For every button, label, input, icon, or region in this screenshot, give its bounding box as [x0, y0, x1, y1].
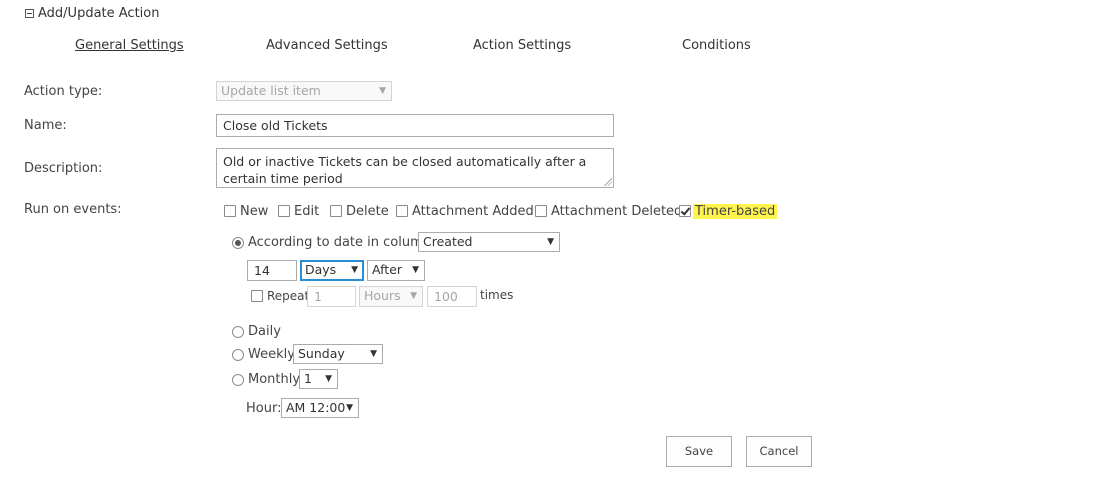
- chevron-down-icon: ▼: [379, 86, 386, 96]
- description-value: Old or inactive Tickets can be closed au…: [223, 154, 587, 186]
- weekly-day-value: Sunday: [298, 346, 345, 361]
- event-new-label: New: [240, 204, 269, 219]
- event-attachment-deleted-label: Attachment Deleted: [551, 204, 683, 219]
- description-field[interactable]: Old or inactive Tickets can be closed au…: [216, 148, 614, 188]
- repeat-checkbox[interactable]: [251, 290, 263, 302]
- according-date-radio[interactable]: [232, 237, 244, 249]
- chevron-down-icon: ▼: [370, 349, 377, 359]
- action-type-value: Update list item: [221, 83, 321, 98]
- save-button[interactable]: Save: [666, 436, 732, 467]
- unit-select[interactable]: Days ▼: [300, 260, 364, 281]
- event-attachment-added-checkbox[interactable]: [396, 205, 408, 217]
- amount-value: 14: [254, 263, 270, 278]
- weekly-label: Weekly: [248, 347, 295, 362]
- direction-value: After: [372, 262, 403, 277]
- event-attachment-added-label: Attachment Added: [412, 204, 534, 219]
- date-column-select[interactable]: Created ▼: [418, 232, 560, 252]
- chevron-down-icon: ▼: [346, 403, 353, 413]
- chevron-down-icon: ▼: [325, 374, 332, 384]
- resize-handle-icon[interactable]: [604, 178, 612, 186]
- monthly-day-value: 1: [304, 371, 312, 386]
- repeat-amount-field: 1: [307, 286, 356, 307]
- repeat-unit-value: Hours: [364, 288, 401, 303]
- name-field[interactable]: Close old Tickets: [216, 114, 614, 137]
- weekly-radio[interactable]: [232, 349, 244, 361]
- description-label: Description:: [24, 161, 103, 176]
- date-column-value: Created: [423, 234, 473, 249]
- repeat-amount-value: 1: [314, 289, 322, 304]
- run-on-events-label: Run on events:: [24, 202, 122, 217]
- collapse-minus-icon[interactable]: [25, 9, 34, 18]
- repeat-label: Repeat: [267, 289, 310, 303]
- daily-label: Daily: [248, 324, 281, 339]
- action-type-label: Action type:: [24, 84, 103, 99]
- event-timer-based-label: Timer-based: [693, 204, 778, 219]
- direction-select[interactable]: After ▼: [367, 260, 425, 281]
- name-label: Name:: [24, 118, 67, 133]
- tab-general-settings[interactable]: General Settings: [75, 38, 184, 53]
- event-timer-based-checkbox[interactable]: [679, 205, 691, 217]
- weekly-day-select[interactable]: Sunday ▼: [293, 344, 383, 364]
- chevron-down-icon: ▼: [351, 265, 358, 275]
- chevron-down-icon: ▼: [547, 237, 554, 247]
- hour-value: AM 12:00: [286, 400, 346, 415]
- event-new-checkbox[interactable]: [224, 205, 236, 217]
- monthly-day-select[interactable]: 1 ▼: [299, 369, 338, 389]
- according-date-label: According to date in column:: [248, 235, 436, 250]
- chevron-down-icon: ▼: [410, 291, 417, 301]
- tab-action-settings[interactable]: Action Settings: [473, 38, 571, 53]
- action-type-select: Update list item ▼: [216, 81, 392, 101]
- tab-advanced-settings[interactable]: Advanced Settings: [266, 38, 388, 53]
- monthly-label: Monthly: [248, 372, 301, 387]
- cancel-button[interactable]: Cancel: [746, 436, 812, 467]
- event-delete-label: Delete: [346, 204, 389, 219]
- repeat-times-field: 100: [427, 286, 477, 307]
- hour-label: Hour:: [246, 401, 282, 416]
- highlighted-text: Timer-based: [693, 204, 778, 219]
- daily-radio[interactable]: [232, 326, 244, 338]
- monthly-radio[interactable]: [232, 374, 244, 386]
- event-attachment-deleted-checkbox[interactable]: [535, 205, 547, 217]
- tab-conditions[interactable]: Conditions: [682, 38, 751, 53]
- event-edit-label: Edit: [294, 204, 320, 219]
- times-label: times: [480, 288, 514, 302]
- amount-field[interactable]: 14: [247, 260, 297, 281]
- repeat-times-value: 100: [434, 289, 458, 304]
- unit-value: Days: [305, 262, 337, 277]
- name-value: Close old Tickets: [223, 118, 328, 133]
- chevron-down-icon: ▼: [412, 265, 419, 275]
- section-title: Add/Update Action: [38, 6, 160, 21]
- event-edit-checkbox[interactable]: [278, 205, 290, 217]
- hour-select[interactable]: AM 12:00 ▼: [281, 398, 359, 418]
- repeat-unit-select: Hours ▼: [359, 286, 423, 307]
- event-delete-checkbox[interactable]: [330, 205, 342, 217]
